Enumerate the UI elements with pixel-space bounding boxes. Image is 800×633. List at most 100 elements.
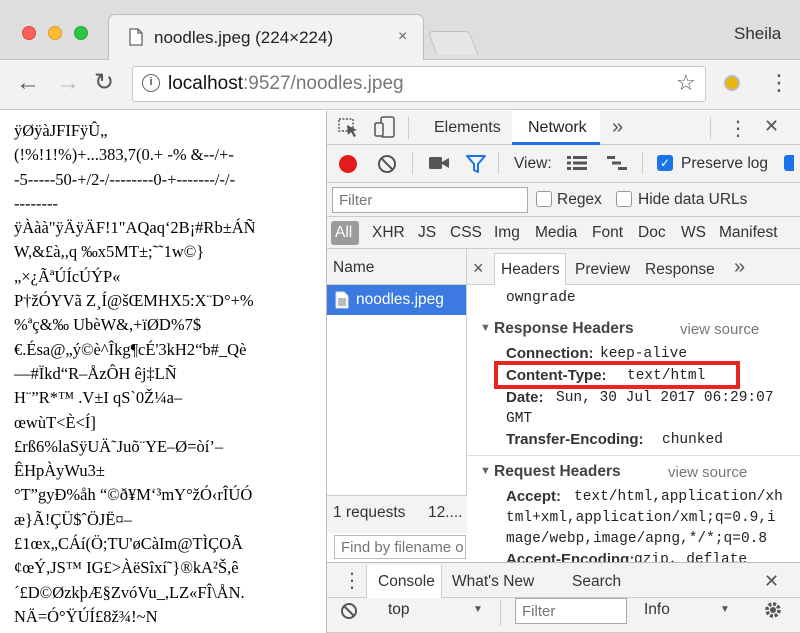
request-name[interactable]: noodles.jpeg — [356, 291, 444, 309]
header-value: keep-alive — [600, 346, 688, 362]
type-ws[interactable]: WS — [681, 224, 706, 242]
header-key: Transfer-Encoding: — [506, 431, 644, 448]
page-line: £rß6%laSÿUÄ˜Juõ¨YE–Ø=òí’– — [14, 436, 224, 456]
back-icon[interactable]: ← — [16, 70, 40, 96]
toolbar-divider — [498, 152, 499, 174]
extension-icon[interactable] — [724, 75, 740, 91]
type-js[interactable]: JS — [418, 224, 436, 242]
type-doc[interactable]: Doc — [638, 224, 666, 242]
info-icon[interactable]: i — [142, 74, 160, 92]
header-value-overflow: owngrade — [506, 290, 576, 306]
page-line: %ªç&‰ UbèW&,+ïØD%7$ — [14, 315, 202, 335]
page-line: NÄ=Ó°ŸÚÍ£8ž¾!~N — [14, 606, 158, 626]
drawer-tab-whats-new[interactable]: What's New — [452, 573, 534, 591]
clear-icon[interactable] — [377, 154, 397, 174]
close-window-button[interactable] — [22, 26, 36, 40]
toolbar-divider — [408, 117, 409, 139]
hide-data-urls-label: Hide data URLs — [638, 191, 748, 208]
toolbar-divider — [500, 600, 501, 626]
camera-icon[interactable] — [428, 155, 450, 171]
tab-network[interactable]: Network — [528, 119, 587, 137]
browser-menu-icon[interactable]: ⋮ — [768, 70, 790, 96]
column-divider — [466, 249, 467, 533]
tab-headers[interactable]: Headers — [501, 261, 560, 279]
list-view-icon[interactable] — [566, 155, 588, 171]
page-line: -5-----50-+/2-/--------0-+-------/-/- — [14, 169, 236, 189]
disable-cache-checkbox[interactable] — [784, 155, 794, 171]
tab-close-icon[interactable]: × — [398, 28, 407, 46]
type-manifest[interactable]: Manifest — [719, 224, 778, 242]
request-headers-toggle-icon[interactable]: ▼ — [480, 465, 491, 477]
type-xhr[interactable]: XHR — [372, 224, 405, 242]
page-line: ´£D©ØzkþÆ§ZvóVu_,LZ«FÎ\ÅN. — [14, 582, 245, 602]
header-key: Connection: — [506, 345, 594, 362]
forward-icon[interactable]: → — [56, 70, 80, 96]
response-headers-title[interactable]: Response Headers — [494, 320, 634, 338]
devtools-close-icon[interactable]: ✕ — [764, 116, 779, 137]
tab-title: noodles.jpeg (224×224) — [154, 28, 334, 47]
page-line: £1œx„CÁí(Ö;TU'øCàIm@TÌÇOÃ — [14, 534, 243, 554]
page-content: ÿØÿàJFIFÿÛ„ (!%!1!%)+...383,7(0.+ -% &--… — [0, 111, 326, 633]
bookmark-star-icon[interactable]: ☆ — [676, 70, 696, 96]
header-key: Accept-Encoding: — [506, 552, 635, 562]
profile-name[interactable]: Sheila — [734, 24, 781, 44]
preserve-log-checkbox[interactable]: ✓ — [657, 155, 673, 171]
new-tab-button[interactable] — [427, 31, 479, 55]
drawer-close-icon[interactable]: ✕ — [764, 571, 779, 592]
filter-icon[interactable] — [466, 154, 486, 174]
type-font[interactable]: Font — [592, 224, 623, 242]
devtools-menu-icon[interactable]: ⋮ — [728, 116, 748, 141]
maximize-window-button[interactable] — [74, 26, 88, 40]
header-key: Date: — [506, 389, 544, 406]
hide-data-urls-checkbox[interactable] — [616, 191, 632, 207]
page-line: H¨”R*™ .V±I qS`0Ž¼a– — [14, 388, 183, 408]
page-line: ¢œÝ,JS™ IG£>ÀëSîxí˜}®kA²Š,ê — [14, 558, 239, 578]
header-value-continued: GMT — [506, 411, 533, 427]
name-column-label: Name — [333, 259, 375, 276]
response-view-source-link[interactable]: view source — [680, 321, 759, 338]
page-line: ÿØÿàJFIFÿÛ„ — [14, 121, 108, 140]
page-line: ÊHpÀyWu3± — [14, 461, 105, 481]
level-dropdown-icon[interactable]: ▼ — [720, 604, 730, 615]
drawer-tab-console[interactable]: Console — [378, 573, 435, 591]
clear-console-icon[interactable] — [340, 602, 358, 620]
regex-checkbox[interactable] — [536, 191, 552, 207]
image-file-icon — [335, 291, 349, 309]
device-toolbar-icon[interactable] — [374, 116, 396, 138]
log-level-select[interactable]: Info — [644, 601, 670, 619]
waterfall-view-icon[interactable] — [606, 155, 628, 171]
request-view-source-link[interactable]: view source — [668, 464, 747, 481]
drawer-menu-icon[interactable]: ⋮ — [342, 568, 362, 593]
record-icon[interactable] — [339, 155, 357, 173]
minimize-window-button[interactable] — [48, 26, 62, 40]
reload-icon[interactable]: ↻ — [94, 70, 114, 96]
type-img[interactable]: Img — [494, 224, 520, 242]
document-icon — [129, 28, 143, 46]
regex-label: Regex — [557, 191, 602, 208]
page-line: —#Ïkd“R–ÅzÔH êj‡LÑ — [14, 363, 177, 383]
more-detail-tabs-icon[interactable]: » — [734, 256, 745, 279]
network-filter-input[interactable] — [332, 187, 528, 213]
console-context-select[interactable]: top — [388, 601, 410, 619]
more-tabs-icon[interactable]: » — [612, 116, 623, 139]
request-headers-title[interactable]: Request Headers — [494, 463, 621, 481]
header-value: gzip, deflate — [634, 552, 748, 562]
detail-close-icon[interactable]: × — [473, 258, 484, 279]
type-css[interactable]: CSS — [450, 224, 482, 242]
inspect-element-icon[interactable] — [338, 118, 360, 138]
find-by-filename-input[interactable] — [334, 535, 466, 559]
tab-elements[interactable]: Elements — [434, 119, 501, 137]
view-label: View: — [514, 155, 552, 172]
response-headers-toggle-icon[interactable]: ▼ — [480, 322, 491, 334]
page-line: œwùT<È<Í] — [14, 412, 96, 432]
context-dropdown-icon[interactable]: ▼ — [473, 604, 483, 615]
page-line: °T”gyÐ%åh “©ð¥M‘³mY°žÓ‹rÎÚÓ — [14, 485, 253, 505]
type-all[interactable]: All — [335, 224, 352, 242]
page-line: ÿÀàà"ÿÄÿÄF!1"AQaq‘2B¡#Rb±ÁÑ — [14, 218, 256, 238]
tab-response[interactable]: Response — [645, 261, 715, 279]
tab-preview[interactable]: Preview — [575, 261, 630, 279]
drawer-tab-search[interactable]: Search — [572, 573, 621, 591]
gear-icon[interactable] — [763, 600, 783, 620]
type-media[interactable]: Media — [535, 224, 577, 242]
console-filter-input[interactable] — [515, 598, 627, 624]
